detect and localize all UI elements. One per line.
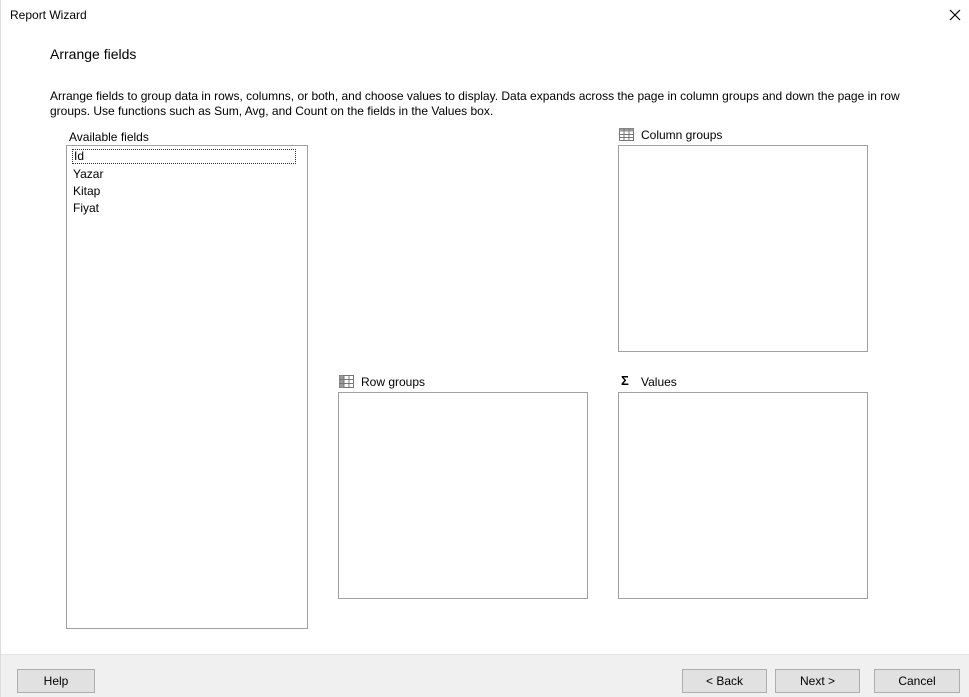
sigma-icon: Σ (621, 373, 629, 388)
field-item-yazar[interactable]: Yazar (73, 167, 103, 181)
cancel-button[interactable]: Cancel (874, 669, 960, 693)
report-wizard-window: Report Wizard Arrange fields Arrange fie… (0, 0, 969, 697)
values-box[interactable] (618, 392, 868, 599)
field-item-fiyat[interactable]: Fiyat (73, 201, 99, 215)
page-description: Arrange fields to group data in rows, co… (50, 89, 900, 118)
column-groups-box[interactable] (618, 145, 868, 352)
table-grid-icon (619, 128, 634, 141)
field-item-kitap[interactable]: Kitap (73, 184, 100, 198)
field-item-id[interactable]: Id (72, 149, 296, 164)
footer-bar: Help < Back Next > Cancel (1, 654, 969, 697)
title-bar: Report Wizard (1, 0, 969, 30)
page-heading: Arrange fields (50, 46, 137, 62)
available-fields-label: Available fields (69, 130, 149, 144)
row-groups-box[interactable] (338, 392, 588, 599)
column-groups-label: Column groups (641, 128, 723, 142)
available-fields-list[interactable]: Id Yazar Kitap Fiyat (66, 145, 308, 629)
back-button[interactable]: < Back (682, 669, 767, 693)
next-button[interactable]: Next > (775, 669, 860, 693)
row-groups-label: Row groups (361, 375, 426, 389)
values-label: Values (641, 375, 677, 389)
table-grid-icon (339, 375, 354, 388)
window-title: Report Wizard (10, 8, 87, 22)
close-icon[interactable] (940, 0, 969, 30)
help-button[interactable]: Help (17, 669, 95, 693)
